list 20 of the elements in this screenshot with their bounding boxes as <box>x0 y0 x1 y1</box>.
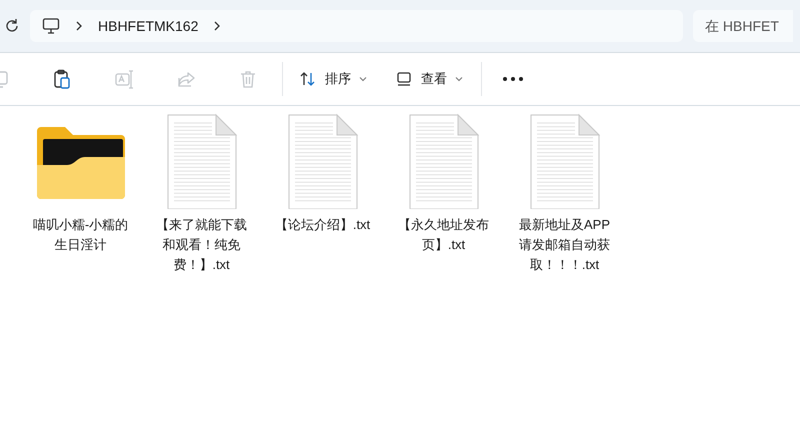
file-name[interactable]: 【论坛介绍】.txt <box>274 215 370 235</box>
file-name[interactable]: 最新地址及APP请发邮箱自动获取！！！.txt <box>516 215 612 275</box>
file-name[interactable]: 【永久地址发布页】.txt <box>396 215 492 255</box>
chevron-icon <box>74 21 84 31</box>
chevron-down-icon <box>455 75 463 83</box>
view-button[interactable]: 查看 <box>385 64 473 94</box>
sort-button[interactable]: 排序 <box>289 64 377 94</box>
sort-arrows-icon <box>299 70 317 88</box>
file-name[interactable]: 喵叽小糯-小糯的生日淫计 <box>32 215 128 255</box>
address-bar[interactable]: HBHFETMK162 <box>30 10 683 42</box>
chevron-icon[interactable] <box>212 21 222 31</box>
refresh-icon[interactable] <box>4 18 20 34</box>
file-name[interactable]: 【来了就能下载和观看！纯免费！】.txt <box>154 215 250 275</box>
more-icon[interactable] <box>502 75 524 83</box>
search-field[interactable]: 在 HBHFET <box>693 10 793 42</box>
monitor-icon <box>395 70 413 88</box>
monitor-icon <box>42 17 60 35</box>
paste-button[interactable] <box>52 69 72 89</box>
chevron-down-icon <box>359 75 367 83</box>
breadcrumb[interactable]: HBHFETMK162 <box>98 18 198 34</box>
